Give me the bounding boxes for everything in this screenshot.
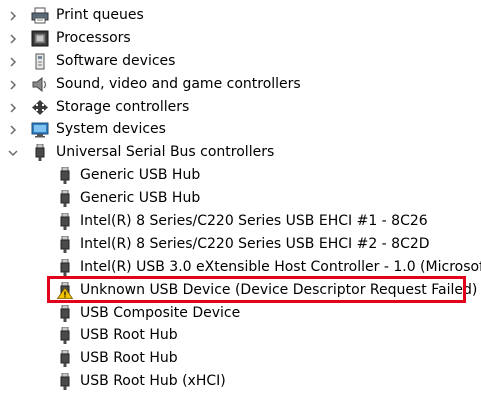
usb-device-item[interactable]: Intel(R) 8 Series/C220 Series USB EHCI #… xyxy=(0,233,481,256)
device-label: Generic USB Hub xyxy=(80,190,201,207)
device-label: Generic USB Hub xyxy=(80,167,201,184)
chevron-right-icon[interactable] xyxy=(6,73,20,96)
speaker-icon xyxy=(31,76,49,93)
usb-device-item[interactable]: Generic USB Hub xyxy=(0,187,481,210)
chevron-right-icon[interactable] xyxy=(6,27,20,50)
chevron-right-icon[interactable] xyxy=(6,96,20,119)
device-label: Unknown USB Device (Device Descriptor Re… xyxy=(80,281,478,298)
device-label: Intel(R) USB 3.0 eXtensible Host Control… xyxy=(80,258,481,275)
tree-item-print-queues[interactable]: Print queues xyxy=(0,4,481,27)
system-device-icon xyxy=(31,121,49,138)
usb-plug-icon xyxy=(56,235,74,253)
usb-plug-icon xyxy=(56,349,74,368)
device-tree: Print queues Processors Software devices… xyxy=(0,4,481,393)
usb-device-item[interactable]: Generic USB Hub xyxy=(0,164,481,187)
processor-icon xyxy=(31,30,49,47)
tree-item-label: Universal Serial Bus controllers xyxy=(56,144,275,161)
tree-item-label: Sound, video and game controllers xyxy=(56,75,301,92)
device-label: USB Root Hub xyxy=(80,327,178,344)
usb-device-item[interactable]: USB Composite Device xyxy=(0,302,481,325)
usb-device-item[interactable]: USB Root Hub xyxy=(0,347,481,370)
usb-plug-icon xyxy=(56,326,74,345)
chevron-right-icon[interactable] xyxy=(6,50,20,73)
device-label: USB Composite Device xyxy=(80,304,241,321)
usb-device-item[interactable]: USB Root Hub xyxy=(0,324,481,347)
device-label: USB Root Hub (xHCI) xyxy=(80,373,226,390)
usb-plug-icon xyxy=(31,143,49,162)
chevron-right-icon[interactable] xyxy=(6,4,20,27)
printer-icon xyxy=(31,7,49,24)
usb-device-item[interactable]: USB Root Hub (xHCI) xyxy=(0,370,481,393)
warning-usb-icon xyxy=(56,281,74,299)
tree-item-sound-video-game[interactable]: Sound, video and game controllers xyxy=(0,73,481,96)
storage-controller-icon xyxy=(31,99,49,116)
tree-item-usb-controllers[interactable]: Universal Serial Bus controllers xyxy=(0,141,481,164)
chevron-down-icon[interactable] xyxy=(6,141,20,164)
software-device-icon xyxy=(31,53,49,70)
tree-item-label: Software devices xyxy=(56,52,176,69)
usb-device-item[interactable]: Intel(R) USB 3.0 eXtensible Host Control… xyxy=(0,256,481,279)
usb-device-item-unknown[interactable]: Unknown USB Device (Device Descriptor Re… xyxy=(0,279,481,302)
tree-item-label: Storage controllers xyxy=(56,98,190,115)
tree-item-label: Processors xyxy=(56,29,131,46)
tree-item-storage-controllers[interactable]: Storage controllers xyxy=(0,96,481,119)
usb-plug-icon xyxy=(56,166,74,185)
chevron-right-icon[interactable] xyxy=(6,118,20,141)
tree-item-processors[interactable]: Processors xyxy=(0,27,481,50)
tree-item-label: Print queues xyxy=(56,7,144,23)
tree-item-label: System devices xyxy=(56,121,166,138)
usb-device-item[interactable]: Intel(R) 8 Series/C220 Series USB EHCI #… xyxy=(0,210,481,233)
device-label: Intel(R) 8 Series/C220 Series USB EHCI #… xyxy=(80,235,430,252)
usb-plug-icon xyxy=(56,258,74,276)
usb-plug-icon xyxy=(56,189,74,208)
usb-plug-icon xyxy=(56,212,74,231)
device-label: USB Root Hub xyxy=(80,350,178,367)
usb-plug-icon xyxy=(56,372,74,391)
usb-plug-icon xyxy=(56,304,74,322)
tree-item-system-devices[interactable]: System devices xyxy=(0,118,481,141)
device-label: Intel(R) 8 Series/C220 Series USB EHCI #… xyxy=(80,213,428,230)
tree-item-software-devices[interactable]: Software devices xyxy=(0,50,481,73)
